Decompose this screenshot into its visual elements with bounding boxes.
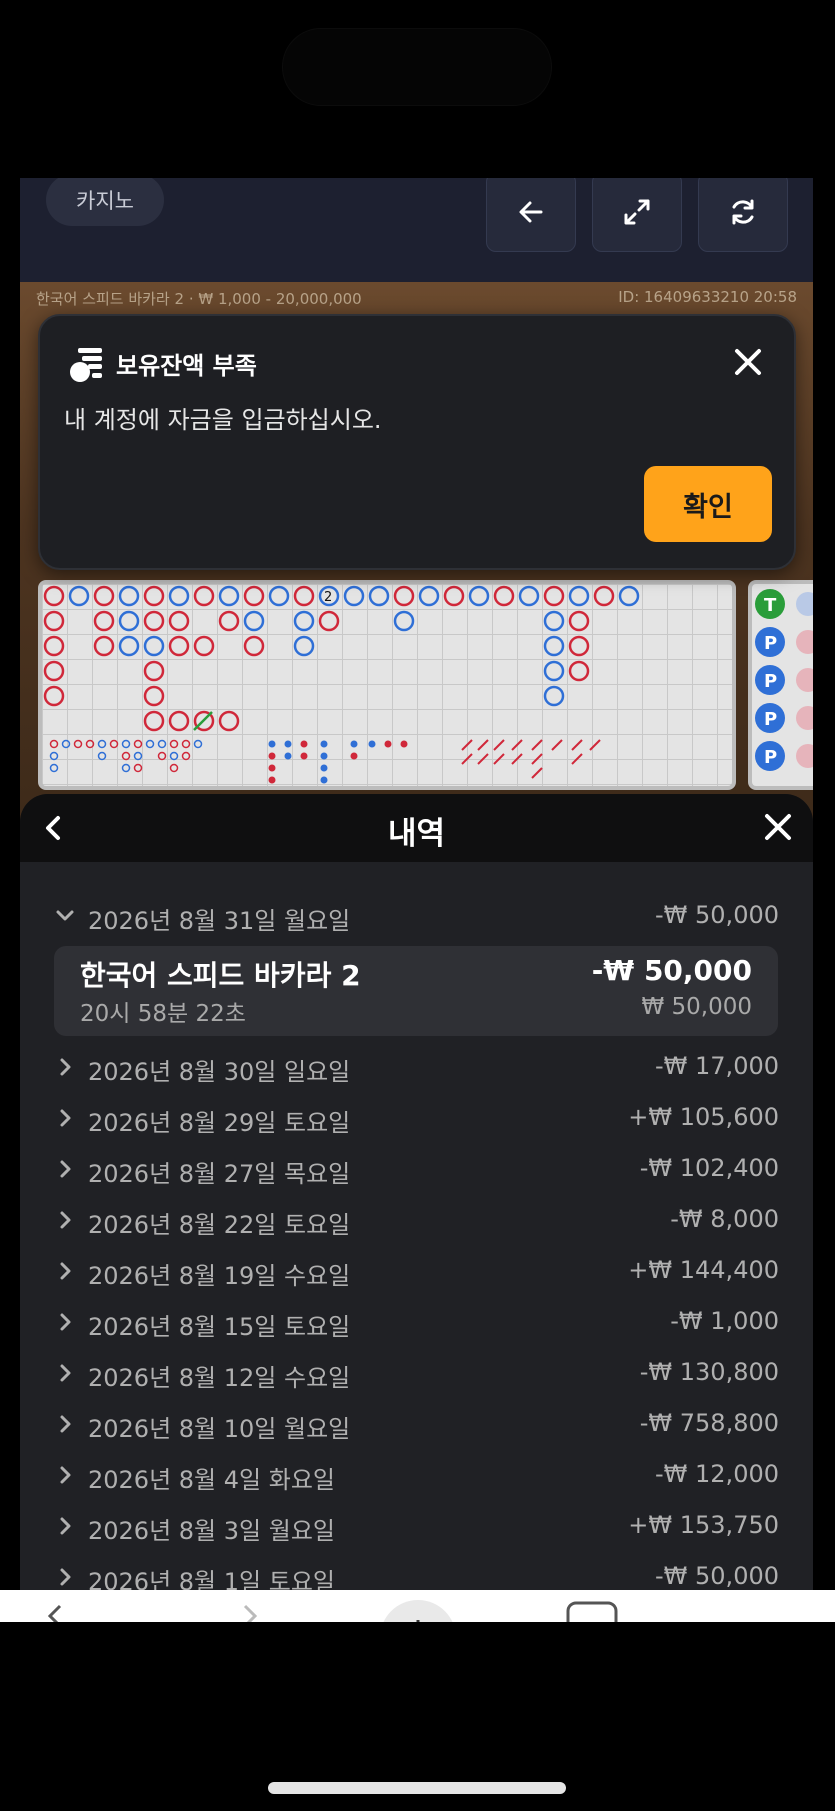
day-date: 2026년 8월 22일 토요일 (88, 1211, 351, 1239)
entry-balance: ₩ 50,000 (641, 994, 752, 1020)
day-amount: -₩ 17,000 (655, 1052, 779, 1080)
entry-amount: -₩ 50,000 (591, 954, 752, 987)
svg-text:P: P (764, 709, 777, 730)
chevron-right-icon (60, 1160, 71, 1178)
history-day-row[interactable]: 2026년 8월 1일 토요일 -₩ 50,000 (20, 1556, 813, 1590)
sheet-header: 내역 (20, 794, 813, 862)
sheet-title: 내역 (387, 816, 446, 852)
history-day-row[interactable]: 2026년 8월 4일 화요일 -₩ 12,000 (20, 1454, 813, 1498)
history-day-row[interactable]: 2026년 8월 3일 월요일 +₩ 153,750 (20, 1505, 813, 1549)
back-arrow-icon (519, 201, 543, 223)
close-icon[interactable] (732, 346, 764, 378)
reload-button[interactable] (698, 178, 788, 252)
refresh-icon (732, 199, 754, 225)
top-nav: 카지노 (20, 178, 813, 282)
chevron-right-icon (60, 1313, 71, 1331)
chevron-right-icon (60, 1058, 71, 1076)
svg-text:P: P (764, 633, 777, 654)
history-day-row[interactable]: 2026년 8월 10일 월요일 -₩ 758,800 (20, 1403, 813, 1447)
day-date: 2026년 8월 1일 토요일 (88, 1568, 335, 1590)
svg-text:P: P (764, 747, 777, 768)
svg-text:P: P (764, 671, 777, 692)
day-amount: -₩ 8,000 (670, 1205, 779, 1233)
history-sheet: 내역 2026년 8월 31일 월요일 -₩ 50,000 한국어 스피드 바카… (20, 794, 813, 1590)
day-amount: -₩ 102,400 (639, 1154, 779, 1182)
browser-add-tab-icon[interactable] (378, 1598, 458, 1622)
game-info: 한국어 스피드 바카라 2 · ₩ 1,000 - 20,000,000 (36, 290, 362, 308)
app-frame: 카지노 한국어 스피드 바카라 2 · ₩ 1,000 - 20,000,000… (20, 178, 813, 1590)
day-date: 2026년 8월 3일 월요일 (88, 1517, 335, 1545)
history-day-row[interactable]: 2026년 8월 30일 일요일 -₩ 17,000 (20, 1046, 813, 1090)
fullscreen-button[interactable] (592, 178, 682, 252)
entry-time: 20시 58분 22초 (80, 1001, 246, 1027)
history-entry[interactable]: 한국어 스피드 바카라 2 20시 58분 22초 -₩ 50,000 ₩ 50… (54, 946, 778, 1036)
expand-icon (624, 199, 650, 225)
chevron-right-icon (60, 1415, 71, 1433)
history-day-row[interactable]: 2026년 8월 27일 목요일 -₩ 102,400 (20, 1148, 813, 1192)
alert-message: 내 계정에 자금을 입금하십시오. (64, 406, 382, 434)
chevron-right-icon (60, 1568, 71, 1586)
chevron-right-icon (60, 1211, 71, 1229)
day-date: 2026년 8월 10일 월요일 (88, 1415, 351, 1443)
day-amount: -₩ 1,000 (670, 1307, 779, 1335)
day-date: 2026년 8월 19일 수요일 (88, 1262, 351, 1290)
chevron-right-icon (60, 1517, 71, 1535)
day-date: 2026년 8월 31일 월요일 (88, 907, 351, 935)
browser-back-icon[interactable] (40, 1600, 70, 1622)
casino-button[interactable]: 카지노 (46, 178, 164, 226)
day-amount: -₩ 50,000 (655, 901, 779, 929)
chevron-down-icon (56, 910, 74, 921)
svg-text:2: 2 (324, 590, 332, 605)
history-day-row[interactable]: 2026년 8월 29일 토요일 +₩ 105,600 (20, 1097, 813, 1141)
day-amount: +₩ 105,600 (628, 1103, 779, 1131)
browser-toolbar (0, 1590, 835, 1622)
chevron-right-icon (60, 1262, 71, 1280)
history-day-row[interactable]: 2026년 8월 22일 토요일 -₩ 8,000 (20, 1199, 813, 1243)
status-area (0, 0, 835, 178)
day-date: 2026년 8월 4일 화요일 (88, 1466, 335, 1494)
back-button[interactable] (486, 178, 576, 252)
alert-title: 보유잔액 부족 (116, 352, 257, 380)
chevron-right-icon (60, 1364, 71, 1382)
history-day-row[interactable]: 2026년 8월 19일 수요일 +₩ 144,400 (20, 1250, 813, 1294)
insufficient-balance-alert: 보유잔액 부족 내 계정에 자금을 입금하십시오. 확인 (38, 314, 796, 570)
day-amount: +₩ 153,750 (628, 1511, 779, 1539)
day-amount: -₩ 50,000 (655, 1562, 779, 1590)
day-date: 2026년 8월 30일 일요일 (88, 1058, 351, 1086)
day-date: 2026년 8월 29일 토요일 (88, 1109, 351, 1137)
day-date: 2026년 8월 12일 수요일 (88, 1364, 351, 1392)
day-amount: -₩ 758,800 (639, 1409, 779, 1437)
result-badges: T P P P P (755, 589, 813, 771)
chevron-right-icon (60, 1109, 71, 1127)
entry-game-name: 한국어 스피드 바카라 2 (80, 959, 361, 992)
home-indicator[interactable] (268, 1782, 566, 1794)
day-amount: -₩ 130,800 (639, 1358, 779, 1386)
day-date: 2026년 8월 15일 토요일 (88, 1313, 351, 1341)
day-date: 2026년 8월 27일 목요일 (88, 1160, 351, 1188)
browser-tabs-icon[interactable] (565, 1600, 619, 1622)
game-id: ID: 16409633210 20:58 (618, 288, 797, 306)
chevron-right-icon (60, 1466, 71, 1484)
camera-cutout (282, 28, 552, 106)
confirm-button[interactable]: 확인 (644, 466, 772, 542)
day-amount: -₩ 12,000 (655, 1460, 779, 1488)
wallet-icon (70, 348, 102, 382)
road-marks: 2 (43, 585, 640, 784)
close-icon[interactable] (763, 812, 793, 842)
history-day-expanded[interactable]: 2026년 8월 31일 월요일 -₩ 50,000 (20, 895, 813, 939)
history-day-row[interactable]: 2026년 8월 12일 수요일 -₩ 130,800 (20, 1352, 813, 1396)
svg-text:T: T (764, 595, 777, 616)
result-side-panel: T P P P P (748, 580, 813, 790)
bead-road-board: 2 (38, 580, 736, 790)
browser-forward-icon[interactable] (235, 1600, 265, 1622)
history-day-row[interactable]: 2026년 8월 15일 토요일 -₩ 1,000 (20, 1301, 813, 1345)
day-amount: +₩ 144,400 (628, 1256, 779, 1284)
